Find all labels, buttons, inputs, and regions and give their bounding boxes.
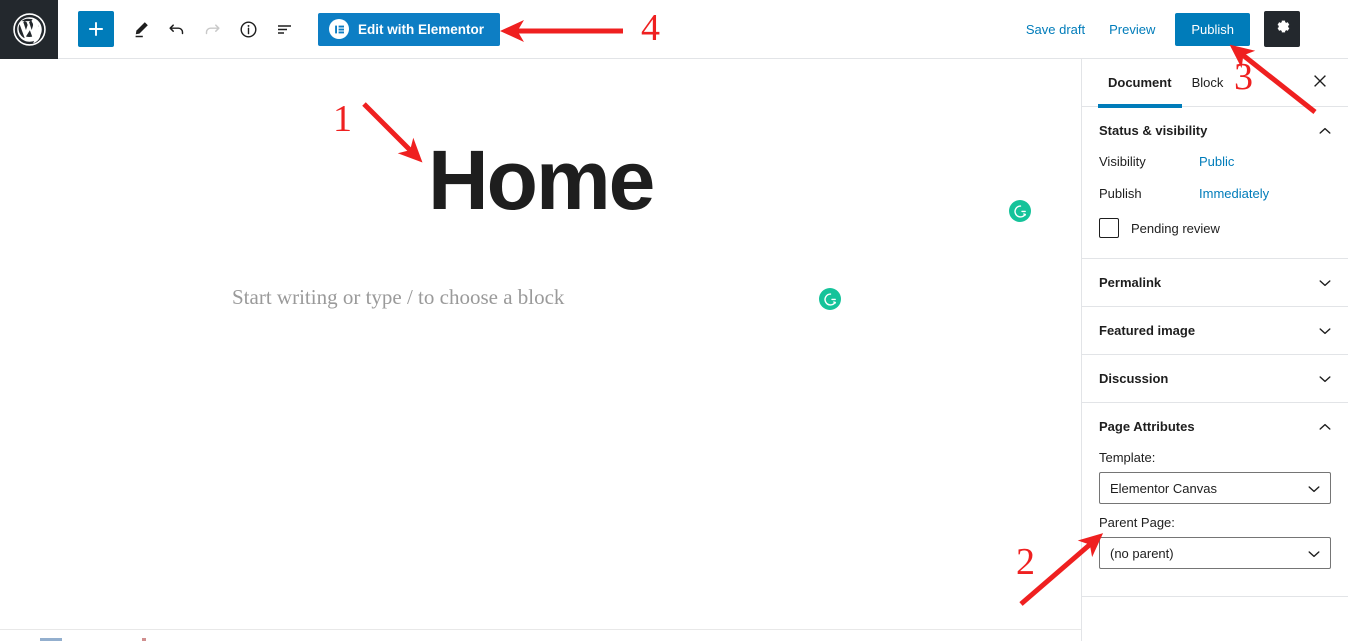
redo-button[interactable] [194, 11, 230, 47]
settings-button[interactable] [1264, 11, 1300, 47]
panel-permalink-title: Permalink [1099, 275, 1162, 290]
panel-discussion-header[interactable]: Discussion [1082, 355, 1348, 402]
add-block-button[interactable] [78, 11, 114, 47]
undo-icon [166, 19, 187, 40]
preview-button[interactable]: Preview [1097, 16, 1167, 43]
panel-featured-image-header[interactable]: Featured image [1082, 307, 1348, 354]
chevron-down-icon [1318, 324, 1332, 338]
pending-review-checkbox[interactable] [1099, 218, 1119, 238]
plus-icon [86, 19, 106, 39]
tab-document[interactable]: Document [1098, 59, 1182, 108]
toolbar-right-group: Save draft Preview Publish [1014, 11, 1348, 47]
panel-permalink: Permalink [1082, 259, 1348, 307]
more-options-button[interactable] [1304, 11, 1334, 47]
chevron-up-icon [1318, 124, 1332, 138]
panel-status-and-visibility-header[interactable]: Status & visibility [1082, 107, 1348, 154]
panel-discussion-title: Discussion [1099, 371, 1169, 386]
template-select[interactable]: Elementor Canvas [1099, 472, 1331, 504]
template-label: Template: [1099, 450, 1156, 465]
undo-button[interactable] [158, 11, 194, 47]
row-publish: Publish Immediately [1099, 186, 1331, 201]
publish-label: Publish [1099, 186, 1142, 201]
settings-sidebar: Document Block Status & visibility Visib… [1081, 59, 1348, 641]
panel-page-attributes: Page Attributes Template: Elementor Canv… [1082, 403, 1348, 597]
panel-status-and-visibility-body: Visibility Public Publish Immediately Pe… [1082, 154, 1348, 258]
grammarly-icon[interactable] [1009, 200, 1031, 222]
row-pending-review: Pending review [1099, 218, 1331, 238]
tab-block[interactable]: Block [1182, 59, 1234, 107]
panel-discussion: Discussion [1082, 355, 1348, 403]
panel-featured-image-title: Featured image [1099, 323, 1196, 338]
panel-status-and-visibility-title: Status & visibility [1099, 123, 1208, 138]
panel-featured-image: Featured image [1082, 307, 1348, 355]
gear-icon [1273, 17, 1292, 41]
chevron-down-icon [1318, 372, 1332, 386]
sidebar-tabs: Document Block [1082, 59, 1348, 108]
tab-document-label: Document [1108, 74, 1172, 90]
wordpress-icon [12, 12, 47, 47]
save-draft-button[interactable]: Save draft [1014, 16, 1097, 43]
canvas-bottom-divider [0, 629, 1081, 641]
parent-page-select-value: (no parent) [1110, 545, 1174, 561]
close-sidebar-button[interactable] [1306, 69, 1334, 97]
panel-page-attributes-title: Page Attributes [1099, 419, 1195, 434]
pencil-icon [130, 19, 151, 40]
panel-status-and-visibility: Status & visibility Visibility Public Pu… [1082, 107, 1348, 259]
parent-page-select[interactable]: (no parent) [1099, 537, 1331, 569]
tab-block-label: Block [1191, 74, 1224, 90]
wordpress-logo-button[interactable] [0, 0, 58, 59]
editor-canvas[interactable]: Home Start writing or type / to choose a… [0, 59, 1081, 641]
visibility-label: Visibility [1099, 154, 1146, 169]
edit-with-elementor-button[interactable]: Edit with Elementor [318, 12, 501, 46]
post-title[interactable]: Home [428, 138, 655, 222]
edit-mode-button[interactable] [122, 11, 158, 47]
redo-icon [202, 19, 223, 40]
close-icon [1313, 73, 1327, 93]
grammarly-icon[interactable] [819, 288, 841, 310]
info-icon [238, 19, 259, 40]
list-view-button[interactable] [266, 11, 302, 47]
editor-toolbar: Edit with Elementor Save draft Preview P… [0, 0, 1348, 59]
wordpress-block-editor: Edit with Elementor Save draft Preview P… [0, 0, 1348, 641]
details-button[interactable] [230, 11, 266, 47]
block-placeholder-text[interactable]: Start writing or type / to choose a bloc… [232, 285, 564, 310]
parent-page-label: Parent Page: [1099, 515, 1175, 530]
row-visibility: Visibility Public [1099, 154, 1331, 169]
edit-with-elementor-label: Edit with Elementor [358, 21, 485, 37]
template-select-value: Elementor Canvas [1110, 480, 1217, 496]
visibility-value[interactable]: Public [1199, 154, 1234, 169]
chevron-down-icon [1318, 276, 1332, 290]
panel-page-attributes-header[interactable]: Page Attributes [1082, 403, 1348, 450]
panel-permalink-header[interactable]: Permalink [1082, 259, 1348, 306]
panel-page-attributes-body: Template: Elementor Canvas Parent Page: … [1082, 450, 1348, 596]
pending-review-label: Pending review [1131, 220, 1220, 236]
toolbar-left-group: Edit with Elementor [58, 11, 501, 47]
chevron-up-icon [1318, 420, 1332, 434]
list-view-icon [274, 19, 295, 40]
elementor-logo-icon [329, 19, 349, 39]
publish-value[interactable]: Immediately [1199, 186, 1269, 201]
publish-button[interactable]: Publish [1175, 12, 1250, 46]
